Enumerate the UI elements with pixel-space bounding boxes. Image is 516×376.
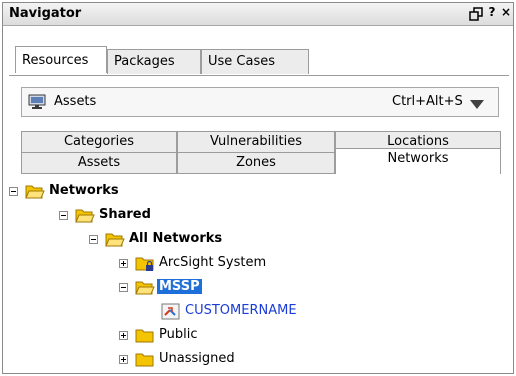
chevron-down-icon[interactable]	[470, 98, 484, 109]
tab-categories[interactable]: Categories	[21, 131, 177, 153]
monitor-icon	[28, 94, 46, 110]
tab-zones[interactable]: Zones	[177, 152, 335, 174]
title-bar: Navigator ? ×	[3, 3, 513, 26]
restore-icon[interactable]	[469, 7, 483, 21]
tree-node-label: MSSP	[157, 279, 202, 294]
expand-toggle[interactable]	[119, 259, 128, 268]
locked-folder-icon	[135, 255, 155, 272]
folder-icon	[135, 327, 155, 344]
tree-node-label: CUSTOMERNAME	[185, 303, 297, 318]
expand-toggle[interactable]	[119, 355, 128, 364]
collapse-toggle[interactable]	[59, 211, 68, 220]
tab-label: Networks	[387, 151, 449, 166]
network-link-icon	[161, 303, 181, 320]
resource-subtabs: Categories Vulnerabilities Locations Ass…	[21, 131, 501, 179]
open-folder-icon	[75, 207, 95, 224]
tab-divider	[9, 75, 509, 76]
tree-node-label: Public	[159, 327, 198, 342]
open-folder-icon	[135, 279, 155, 296]
tree-node-label: Networks	[49, 183, 119, 198]
open-folder-icon	[105, 231, 125, 248]
tab-assets[interactable]: Assets	[21, 152, 177, 174]
tab-label: Packages	[114, 54, 175, 69]
help-icon[interactable]: ?	[485, 5, 499, 19]
folder-icon	[135, 351, 155, 368]
tab-networks[interactable]: Networks	[335, 148, 501, 174]
window-title: Navigator	[9, 6, 82, 21]
tree-node-label: All Networks	[129, 231, 223, 246]
dropdown-value: Assets	[54, 94, 97, 109]
navigator-window: Navigator ? × Resources Packages Use Cas…	[2, 2, 514, 374]
tab-label: Resources	[22, 53, 89, 68]
tab-label: Zones	[236, 155, 276, 170]
tree-node-label: ArcSight System	[159, 255, 267, 270]
tab-packages[interactable]: Packages	[107, 49, 201, 74]
tab-vulnerabilities[interactable]: Vulnerabilities	[177, 131, 335, 153]
tree-node-label: Unassigned	[159, 351, 235, 366]
open-folder-icon	[25, 183, 45, 200]
collapse-toggle[interactable]	[89, 235, 98, 244]
tab-label: Vulnerabilities	[210, 134, 302, 149]
tab-label: Locations	[387, 134, 449, 149]
collapse-toggle[interactable]	[119, 283, 128, 292]
tab-use-cases[interactable]: Use Cases	[201, 49, 309, 74]
tab-resources[interactable]: Resources	[15, 46, 107, 73]
expand-toggle[interactable]	[119, 331, 128, 340]
tab-label: Assets	[77, 155, 121, 170]
tab-label: Use Cases	[208, 54, 276, 69]
tree-node-label: Shared	[99, 207, 151, 222]
dropdown-shortcut: Ctrl+Alt+S	[392, 94, 463, 109]
tab-label: Categories	[63, 134, 135, 149]
close-icon[interactable]: ×	[499, 5, 513, 19]
network-tree: Networks Shared All Networks ArcSight Sy…	[3, 181, 513, 371]
collapse-toggle[interactable]	[9, 187, 18, 196]
resource-type-dropdown[interactable]: Assets Ctrl+Alt+S	[21, 87, 499, 117]
